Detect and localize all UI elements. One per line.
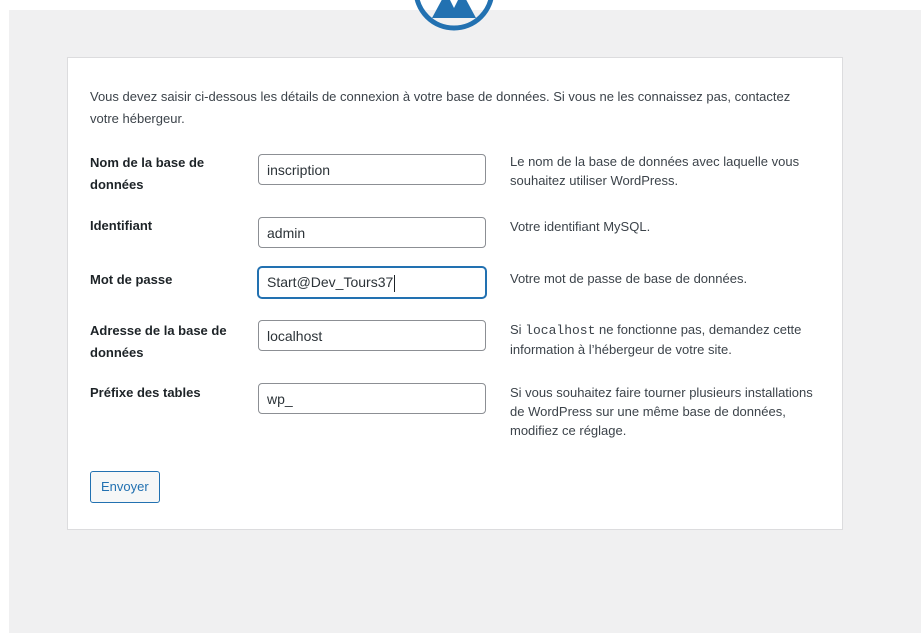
prefix-input[interactable] (258, 383, 486, 414)
username-help: Votre identifiant MySQL. (510, 219, 651, 234)
password-help: Votre mot de passe de base de données. (510, 271, 748, 286)
dbname-input[interactable] (258, 154, 486, 185)
setup-config-form: Vous devez saisir ci-dessous les détails… (67, 57, 843, 530)
prefix-label: Préfixe des tables (90, 385, 201, 400)
host-help-prefix: Si (510, 322, 522, 337)
password-value: Start@Dev_Tours37 (267, 274, 394, 290)
wordpress-logo-icon (414, 0, 494, 31)
password-label: Mot de passe (90, 272, 173, 287)
host-help: Si localhost ne fonctionne pas, demandez… (510, 320, 820, 359)
submit-button[interactable]: Envoyer (90, 471, 160, 503)
host-input[interactable] (258, 320, 486, 351)
text-caret (394, 274, 396, 292)
prefix-help: Si vous souhaitez faire tourner plusieur… (510, 385, 813, 438)
username-input[interactable] (258, 217, 486, 248)
host-label: Adresse de la base de données (90, 323, 227, 360)
intro-text: Vous devez saisir ci-dessous les détails… (90, 89, 791, 126)
dbname-help: Le nom de la base de données avec laquel… (510, 154, 800, 188)
username-label: Identifiant (90, 218, 153, 233)
dbname-label: Nom de la base de données (90, 155, 205, 192)
password-input[interactable]: Start@Dev_Tours37 (258, 267, 486, 298)
host-help-code: localhost (525, 323, 596, 338)
